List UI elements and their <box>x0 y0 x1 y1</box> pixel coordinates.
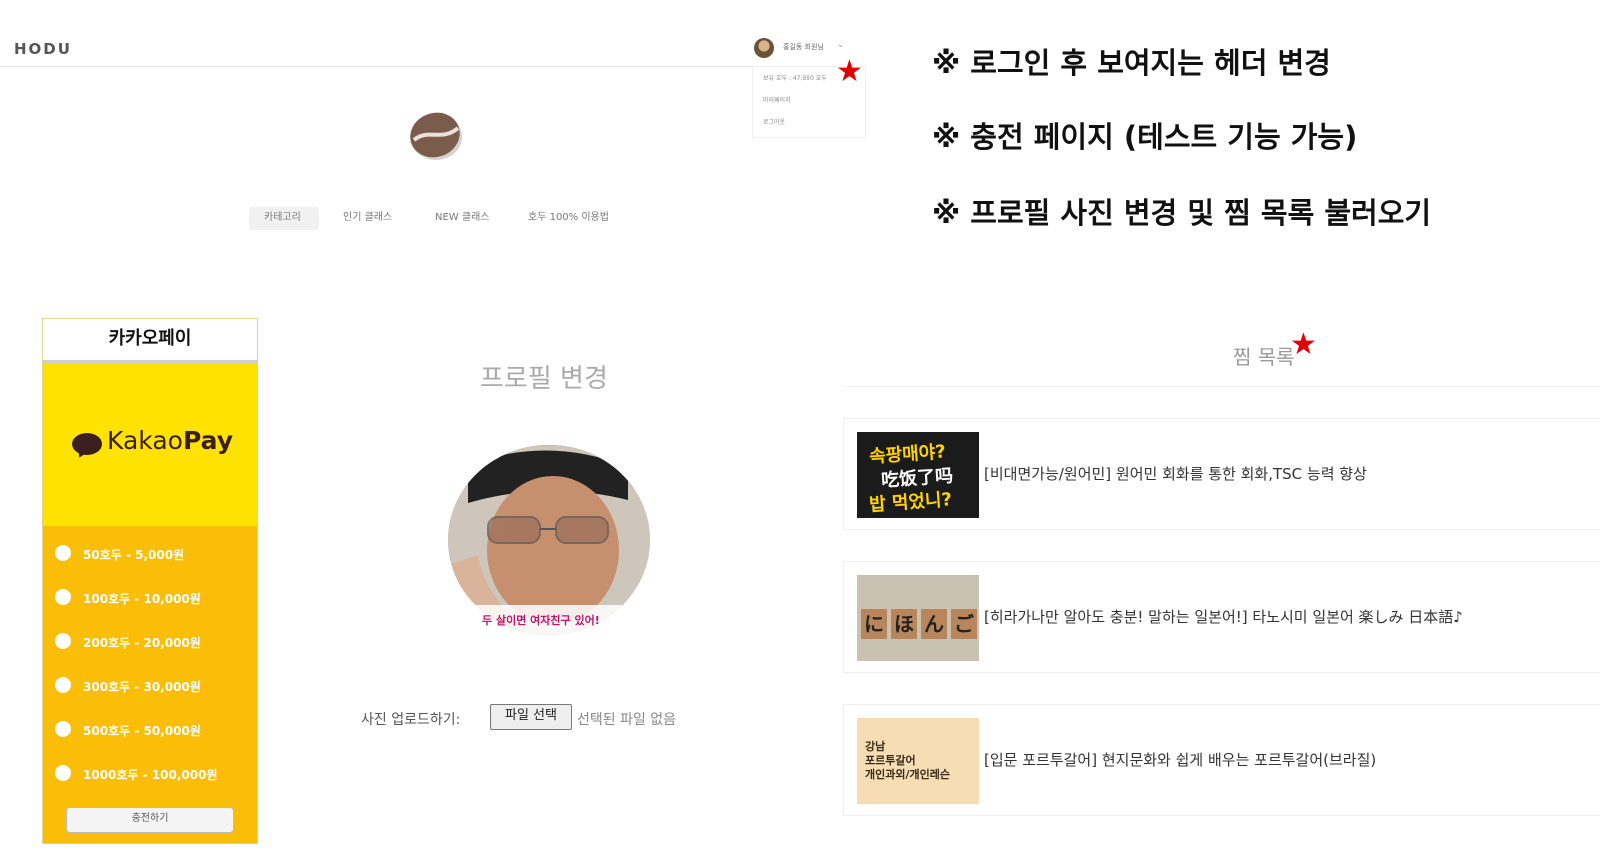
thumb-tile: ご <box>951 609 977 639</box>
radio-option-100[interactable] <box>55 589 71 605</box>
radio-option-50[interactable] <box>55 545 71 561</box>
dropdown-item-balance: 보유 호두 : 47,950 호두 <box>763 75 827 82</box>
kakaopay-brand-area: KakaoPay <box>43 364 257 526</box>
radio-option-1000[interactable] <box>55 765 71 781</box>
user-name[interactable]: 홍길동 회원님 <box>783 42 824 52</box>
option-label-100[interactable]: 100호두 - 10,000원 <box>83 590 201 607</box>
chevron-down-icon[interactable]: ⌄ <box>837 40 844 49</box>
file-status: 선택된 파일 없음 <box>577 712 677 728</box>
kakaopay-logo-bold: Pay <box>182 426 233 455</box>
thumb-tile: ん <box>921 609 947 639</box>
wishlist-title: 찜 목록 <box>1233 345 1295 369</box>
star-icon: ★ <box>836 54 863 89</box>
option-label-1000[interactable]: 1000호두 - 100,000원 <box>83 766 218 783</box>
wishlist-item-title[interactable]: [비대면가능/원어민] 원어민 회화를 통한 회화,TSC 능력 향상 <box>984 463 1367 484</box>
wishlist-thumbnail[interactable]: に ほ ん ご <box>857 575 979 661</box>
charge-button[interactable]: 충전하기 <box>66 807 234 833</box>
wishlist-item[interactable]: 강남 포르투갈어 개인과외/개인레슨 [입문 포르투갈어] 현지문화와 쉽게 배… <box>843 704 1600 816</box>
note-profile-wishlist: ※ 프로필 사진 변경 및 찜 목록 불러오기 <box>932 196 1432 230</box>
user-avatar[interactable] <box>754 38 774 58</box>
tab-popular[interactable]: 인기 클래스 <box>343 208 392 223</box>
wishlist-item-title[interactable]: [입문 포르투갈어] 현지문화와 쉽게 배우는 포르투갈어(브라질) <box>984 749 1376 770</box>
note-charge-page: ※ 충전 페이지 (테스트 기능 가능) <box>932 120 1358 154</box>
header-divider <box>0 66 860 67</box>
thumb-tile: ほ <box>891 609 917 639</box>
thumb-text: 개인과외/개인레슨 <box>865 768 950 781</box>
kakaopay-logo-light: Kakao <box>107 426 183 455</box>
option-label-500[interactable]: 500호두 - 50,000원 <box>83 722 201 739</box>
wishlist-item-title[interactable]: [히라가나만 알아도 충분! 말하는 일본어!] 타노시미 일본어 楽しみ 日本… <box>984 606 1463 627</box>
tab-howto[interactable]: 호두 100% 이용법 <box>528 208 609 223</box>
option-label-200[interactable]: 200호두 - 20,000원 <box>83 634 201 651</box>
tab-new[interactable]: NEW 클래스 <box>435 208 489 223</box>
thumb-text: 밥 먹었니? <box>868 489 953 516</box>
radio-option-300[interactable] <box>55 677 71 693</box>
profile-photo-caption: 두 살이면 여자친구 있어! <box>482 614 600 627</box>
file-select-button[interactable]: 파일 선택 <box>490 704 572 730</box>
thumb-tile: に <box>861 609 887 639</box>
kakaopay-title: 카카오페이 <box>43 319 257 362</box>
site-logo[interactable]: HODU <box>14 40 72 58</box>
dropdown-item-mypage[interactable]: 마이페이지 <box>763 95 791 104</box>
wishlist-item[interactable]: 속팡매야? 吃饭了吗 밥 먹었니? [비대면가능/원어민] 원어민 회화를 통한… <box>843 418 1600 530</box>
option-label-300[interactable]: 300호두 - 30,000원 <box>83 678 201 695</box>
note-header-change: ※ 로그인 후 보여지는 헤더 변경 <box>932 46 1331 80</box>
radio-option-200[interactable] <box>55 633 71 649</box>
kakaopay-panel: 카카오페이 KakaoPay 50호두 - 5,000원 100호두 - 10,… <box>42 318 258 844</box>
profile-title: 프로필 변경 <box>480 364 608 394</box>
tab-category[interactable]: 카테고리 <box>264 208 301 223</box>
wishlist-item[interactable]: に ほ ん ご [히라가나만 알아도 충분! 말하는 일본어!] 타노시미 일본… <box>843 561 1600 673</box>
profile-photo-art <box>448 445 650 635</box>
kakaopay-logo: KakaoPay <box>107 426 233 455</box>
star-icon: ★ <box>1290 327 1317 362</box>
upload-label: 사진 업로드하기: <box>361 712 461 728</box>
wishlist-thumbnail[interactable]: 강남 포르투갈어 개인과외/개인레슨 <box>857 718 979 804</box>
dropdown-item-logout[interactable]: 로그아웃 <box>763 117 785 126</box>
profile-photo <box>448 445 650 635</box>
wishlist-thumbnail[interactable]: 속팡매야? 吃饭了吗 밥 먹었니? <box>857 432 979 518</box>
coffee-bean-logo <box>410 112 462 160</box>
wishlist-divider <box>843 386 1600 387</box>
radio-option-500[interactable] <box>55 721 71 737</box>
option-label-50[interactable]: 50호두 - 5,000원 <box>83 546 184 563</box>
